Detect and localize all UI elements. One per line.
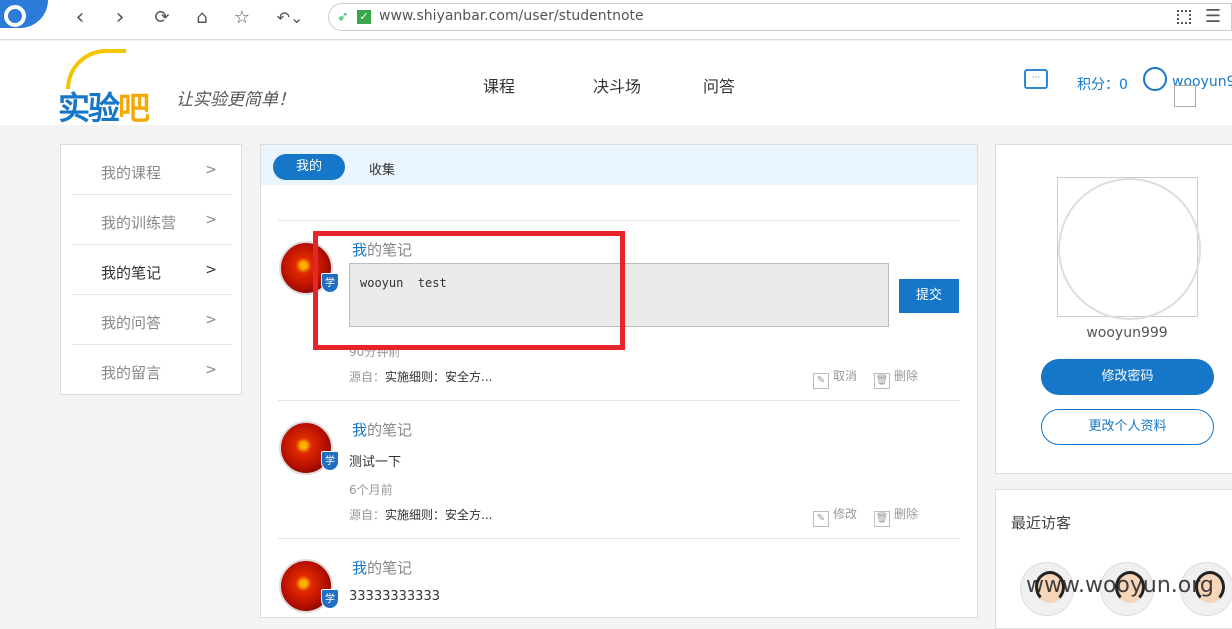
profile-card: wooyun999 修改密码 更改个人资料 bbox=[995, 144, 1232, 474]
note-title-me[interactable]: 我 bbox=[352, 559, 367, 577]
source-link[interactable]: 实施细则：安全方... bbox=[385, 508, 492, 522]
source-label: 源自： bbox=[349, 508, 386, 522]
notes-panel: 我的 收集 学 我的笔记 wooyun test 提交 90分钟前 源自：实施细… bbox=[260, 144, 978, 618]
note-text: 33333333333 bbox=[349, 589, 440, 604]
student-badge-icon: 学 bbox=[321, 451, 339, 471]
chevron-right-icon: > bbox=[205, 162, 217, 178]
site-header: 实验吧 让实验更简单！ 课程 决斗场 问答 ··· 积分：0 wooyun9 bbox=[0, 41, 1232, 127]
divider bbox=[278, 220, 960, 221]
sidebar-item-label: 我的课程 bbox=[101, 164, 162, 182]
url-path: /user/studentnote bbox=[518, 8, 644, 24]
change-password-button[interactable]: 修改密码 bbox=[1041, 359, 1214, 395]
score-label[interactable]: 积分：0 bbox=[1077, 74, 1128, 94]
profile-avatar[interactable] bbox=[1057, 177, 1201, 320]
source-link[interactable]: 实施细则：安全方... bbox=[385, 370, 492, 384]
browser-toolbar: ‹ › ⟳ ⌂ ☆ ↶⌄ ➶ ✓ www.shiyanbar.com/user/… bbox=[0, 0, 1232, 40]
logo-text-b: 吧 bbox=[118, 89, 150, 127]
delete-label: 删除 bbox=[894, 369, 919, 383]
note-title-me[interactable]: 我 bbox=[352, 421, 367, 439]
delete-button[interactable]: 🗑 删除 bbox=[874, 367, 918, 389]
sidebar-item-label: 我的训练营 bbox=[101, 214, 177, 232]
sidebar-item-label: 我的问答 bbox=[101, 314, 162, 332]
slogan: 让实验更简单！ bbox=[176, 90, 295, 110]
home-icon[interactable]: ⌂ bbox=[188, 6, 216, 30]
trash-icon: 🗑 bbox=[874, 511, 890, 527]
divider bbox=[278, 538, 960, 539]
delete-label: 删除 bbox=[894, 507, 919, 521]
chevron-right-icon: > bbox=[205, 262, 217, 278]
address-bar[interactable]: ➶ ✓ www.shiyanbar.com/user/studentnote ☰ bbox=[328, 3, 1232, 31]
source-label: 源自： bbox=[349, 370, 386, 384]
chevron-right-icon: > bbox=[205, 312, 217, 328]
divider bbox=[278, 400, 960, 401]
edit-profile-button[interactable]: 更改个人资料 bbox=[1041, 409, 1214, 445]
refresh-icon[interactable]: ⟳ bbox=[148, 6, 176, 30]
sidebar-item-bootcamp[interactable]: 我的训练营 > bbox=[72, 195, 232, 245]
chevron-right-icon: > bbox=[205, 362, 217, 378]
undo-icon[interactable]: ↶⌄ bbox=[276, 6, 304, 30]
user-avatar[interactable] bbox=[1143, 67, 1167, 91]
tab-mine[interactable]: 我的 bbox=[273, 154, 345, 180]
visitors-title: 最近访客 bbox=[1011, 514, 1072, 532]
note-text: 测试一下 bbox=[349, 455, 402, 470]
nav-arena[interactable]: 决斗场 bbox=[593, 73, 641, 97]
edit-icon: ✎ bbox=[813, 511, 829, 527]
student-badge-icon: 学 bbox=[321, 589, 339, 609]
user-sidebar: 我的课程 > 我的训练营 > 我的笔记 > 我的问答 > 我的留言 > bbox=[60, 144, 242, 395]
tabs-bar: 我的 收集 bbox=[261, 145, 977, 185]
edit-label: 修改 bbox=[833, 507, 858, 521]
menu-icon[interactable]: ☰ bbox=[1205, 6, 1221, 27]
edit-icon: ✎ bbox=[813, 373, 829, 389]
cancel-label: 取消 bbox=[833, 369, 858, 383]
cancel-button[interactable]: ✎ 取消 bbox=[813, 367, 857, 389]
sidebar-item-questions[interactable]: 我的问答 > bbox=[72, 295, 232, 345]
note-source: 源自：实施细则：安全方... bbox=[349, 368, 492, 385]
secure-check-icon: ✓ bbox=[357, 10, 371, 24]
profile-name: wooyun999 bbox=[1086, 325, 1168, 341]
note-title: 我的笔记 bbox=[352, 557, 412, 578]
back-icon[interactable]: ‹ bbox=[66, 6, 94, 30]
highlight-box bbox=[313, 231, 625, 350]
note-title: 我的笔记 bbox=[352, 419, 412, 440]
tab-favorites[interactable]: 收集 bbox=[369, 159, 395, 178]
nav-courses[interactable]: 课程 bbox=[483, 73, 515, 97]
note-time: 6个月前 bbox=[349, 483, 393, 497]
message-icon[interactable]: ··· bbox=[1024, 69, 1048, 89]
watermark: www.wooyun.org bbox=[1026, 573, 1214, 598]
qr-code-icon[interactable] bbox=[1177, 10, 1191, 24]
submit-button[interactable]: 提交 bbox=[899, 279, 959, 313]
sidebar-item-messages[interactable]: 我的留言 > bbox=[72, 345, 232, 395]
star-icon[interactable]: ☆ bbox=[228, 6, 256, 30]
sidebar-item-courses[interactable]: 我的课程 > bbox=[72, 145, 232, 195]
recent-visitors: 最近访客 bbox=[995, 489, 1232, 629]
sidebar-item-label: 我的笔记 bbox=[101, 264, 162, 282]
delete-button[interactable]: 🗑 删除 bbox=[874, 505, 918, 527]
sidebar-item-label: 我的留言 bbox=[101, 364, 162, 382]
note-source: 源自：实施细则：安全方... bbox=[349, 506, 492, 523]
url-text: www.shiyanbar.com/user/studentnote bbox=[379, 8, 644, 24]
browser-logo-icon bbox=[0, 0, 48, 28]
sidebar-item-notes[interactable]: 我的笔记 > bbox=[72, 245, 232, 295]
rocket-icon: ➶ bbox=[337, 9, 349, 25]
trash-icon: 🗑 bbox=[874, 373, 890, 389]
site-logo[interactable]: 实验吧 bbox=[58, 49, 158, 127]
url-host: www.shiyanbar.com bbox=[379, 8, 519, 24]
note-title-rest: 的笔记 bbox=[367, 559, 413, 577]
note-title-rest: 的笔记 bbox=[367, 421, 413, 439]
edit-button[interactable]: ✎ 修改 bbox=[813, 505, 857, 527]
chevron-right-icon: > bbox=[205, 212, 217, 228]
forward-icon[interactable]: › bbox=[106, 6, 134, 30]
broken-image-icon bbox=[1174, 85, 1196, 107]
logo-text: 实验吧 bbox=[58, 83, 150, 129]
logo-text-a: 实验 bbox=[58, 89, 120, 127]
nav-qa[interactable]: 问答 bbox=[703, 73, 735, 97]
